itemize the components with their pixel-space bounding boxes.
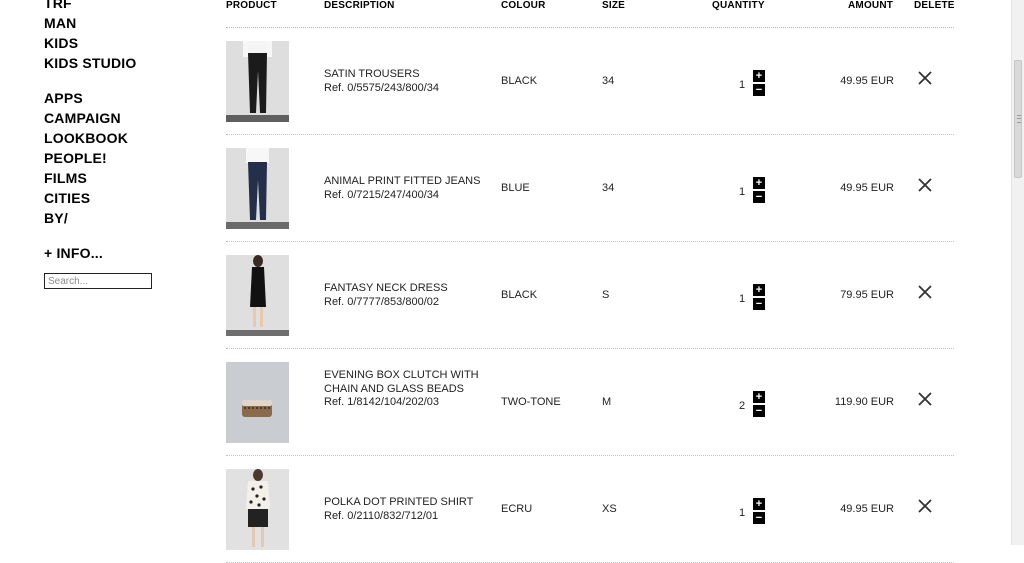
header-description: DESCRIPTION <box>324 0 395 11</box>
delete-icon[interactable] <box>918 392 932 406</box>
increase-quantity-button[interactable]: + <box>753 70 765 82</box>
item-description: ANIMAL PRINT FITTED JEANS Ref. 0/7215/24… <box>324 175 484 202</box>
item-amount: 79.95 EUR <box>840 289 894 301</box>
item-ref: Ref. 1/8142/104/202/03 <box>324 396 439 408</box>
item-description: SATIN TROUSERS Ref. 0/5575/243/800/34 <box>324 68 484 95</box>
product-thumbnail[interactable] <box>226 148 289 229</box>
item-size: S <box>602 289 610 301</box>
cart-row: FANTASY NECK DRESS Ref. 0/7777/853/800/0… <box>226 242 954 349</box>
item-ref: Ref. 0/5575/243/800/34 <box>324 81 439 94</box>
cart-row: EVENING BOX CLUTCH WITH CHAIN AND GLASS … <box>226 349 954 456</box>
item-description: EVENING BOX CLUTCH WITH CHAIN AND GLASS … <box>324 369 484 410</box>
delete-icon[interactable] <box>918 71 932 85</box>
cart-row: POLKA DOT PRINTED SHIRT Ref. 0/2110/832/… <box>226 456 954 563</box>
item-quantity: 1 <box>739 79 746 91</box>
item-colour: ECRU <box>501 503 533 515</box>
header-quantity: QUANTITY <box>712 0 765 11</box>
product-thumbnail[interactable] <box>226 362 289 443</box>
nav-group-info: + INFO... <box>44 243 194 263</box>
nav-item-campaign[interactable]: CAMPAIGN <box>44 108 194 128</box>
item-ref: Ref. 0/7777/853/800/02 <box>324 295 439 308</box>
increase-quantity-button[interactable]: + <box>753 177 765 189</box>
nav-item-apps[interactable]: APPS <box>44 88 194 108</box>
nav-item-by[interactable]: BY/ <box>44 208 194 228</box>
item-quantity: 2 <box>739 400 746 412</box>
nav-item-kids[interactable]: KIDS <box>44 33 194 53</box>
item-colour: BLUE <box>501 182 530 194</box>
item-quantity: 1 <box>739 186 746 198</box>
item-name[interactable]: EVENING BOX CLUTCH WITH <box>324 369 484 383</box>
item-description: FANTASY NECK DRESS Ref. 0/7777/853/800/0… <box>324 282 484 309</box>
item-name[interactable]: FANTASY NECK DRESS <box>324 282 484 296</box>
item-quantity: 1 <box>739 507 746 519</box>
item-size: XS <box>602 503 617 515</box>
quantity-stepper: + − <box>753 284 765 312</box>
increase-quantity-button[interactable]: + <box>753 498 765 510</box>
nav-item-films[interactable]: FILMS <box>44 168 194 188</box>
delete-icon[interactable] <box>918 285 932 299</box>
header-amount: AMOUNT <box>848 0 894 11</box>
nav-item-people[interactable]: PEOPLE! <box>44 148 194 168</box>
decrease-quantity-button[interactable]: − <box>753 405 765 417</box>
vertical-scrollbar[interactable] <box>1011 0 1024 545</box>
cart-row: ANIMAL PRINT FITTED JEANS Ref. 0/7215/24… <box>226 135 954 242</box>
item-amount: 49.95 EUR <box>840 182 894 194</box>
item-name[interactable]: ANIMAL PRINT FITTED JEANS <box>324 175 484 189</box>
delete-icon[interactable] <box>918 499 932 513</box>
item-ref: Ref. 0/2110/832/712/01 <box>324 509 439 522</box>
nav-item-lookbook[interactable]: LOOKBOOK <box>44 128 194 148</box>
decrease-quantity-button[interactable]: − <box>753 512 765 524</box>
header-delete: DELETE <box>914 0 955 11</box>
item-name-line2[interactable]: CHAIN AND GLASS BEADS <box>324 383 484 397</box>
item-colour: BLACK <box>501 75 538 87</box>
nav-group-features: APPS CAMPAIGN LOOKBOOK PEOPLE! FILMS CIT… <box>44 88 194 228</box>
quantity-stepper: + − <box>753 177 765 205</box>
nav-item-info[interactable]: + INFO... <box>44 243 194 263</box>
decrease-quantity-button[interactable]: − <box>753 191 765 203</box>
quantity-stepper: + − <box>753 70 765 98</box>
item-name[interactable]: POLKA DOT PRINTED SHIRT <box>324 496 484 510</box>
item-description: POLKA DOT PRINTED SHIRT Ref. 0/2110/832/… <box>324 496 484 523</box>
scrollbar-thumb[interactable] <box>1014 60 1022 178</box>
header-product: PRODUCT <box>226 0 277 11</box>
item-amount: 119.90 EUR <box>834 396 894 408</box>
nav-group-sections: TRF MAN KIDS KIDS STUDIO <box>44 0 194 73</box>
nav-item-man[interactable]: MAN <box>44 13 194 33</box>
increase-quantity-button[interactable]: + <box>753 391 765 403</box>
decrease-quantity-button[interactable]: − <box>753 84 765 96</box>
item-colour: BLACK <box>501 289 538 301</box>
item-size: M <box>602 396 612 408</box>
item-quantity: 1 <box>739 293 746 305</box>
sidebar-nav: TRF MAN KIDS KIDS STUDIO APPS CAMPAIGN L… <box>44 0 194 263</box>
quantity-stepper: + − <box>753 391 765 419</box>
cart-header-row: PRODUCT DESCRIPTION COLOUR SIZE QUANTITY… <box>226 0 954 28</box>
header-colour: COLOUR <box>501 0 546 11</box>
search-input[interactable] <box>44 273 152 289</box>
product-thumbnail[interactable] <box>226 255 289 336</box>
delete-icon[interactable] <box>918 178 932 192</box>
nav-item-trf[interactable]: TRF <box>44 0 194 13</box>
item-ref: Ref. 0/7215/247/400/34 <box>324 188 439 201</box>
item-size: 34 <box>602 182 615 194</box>
decrease-quantity-button[interactable]: − <box>753 298 765 310</box>
item-amount: 49.95 EUR <box>840 503 894 515</box>
header-size: SIZE <box>602 0 626 11</box>
shopping-cart-table: PRODUCT DESCRIPTION COLOUR SIZE QUANTITY… <box>226 0 954 563</box>
increase-quantity-button[interactable]: + <box>753 284 765 296</box>
item-amount: 49.95 EUR <box>840 75 894 87</box>
product-thumbnail[interactable] <box>226 469 289 550</box>
grip-icon <box>1017 115 1021 123</box>
item-name[interactable]: SATIN TROUSERS <box>324 68 484 82</box>
item-colour: TWO-TONE <box>501 396 561 408</box>
product-thumbnail[interactable] <box>226 41 289 122</box>
quantity-stepper: + − <box>753 498 765 526</box>
item-size: 34 <box>602 75 615 87</box>
nav-item-kids-studio[interactable]: KIDS STUDIO <box>44 53 194 73</box>
nav-item-cities[interactable]: CITIES <box>44 188 194 208</box>
cart-row: SATIN TROUSERS Ref. 0/5575/243/800/34 BL… <box>226 28 954 135</box>
